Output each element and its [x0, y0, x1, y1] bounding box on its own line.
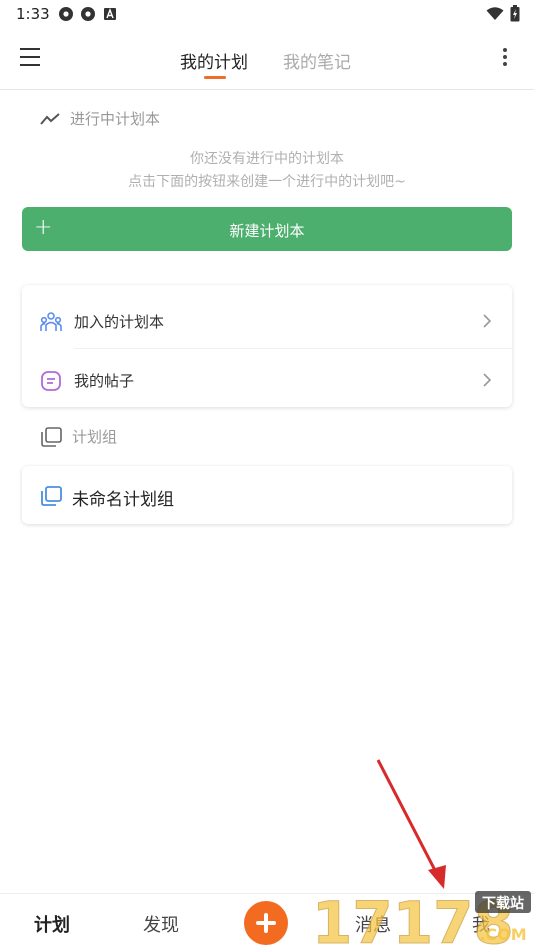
status-time: 1:33: [16, 5, 50, 23]
plan-group-title: 计划组: [72, 428, 118, 446]
joined-plan-books-label: 加入的计划本: [74, 313, 165, 331]
stack-icon: [41, 486, 62, 506]
stack-icon: [41, 426, 62, 447]
wifi-icon: [486, 6, 504, 20]
plan-group-item[interactable]: 未命名计划组: [22, 466, 512, 526]
more-vertical-icon[interactable]: [502, 48, 508, 70]
tab-my-plans[interactable]: 我的计划: [180, 48, 248, 73]
battery-icon: [510, 5, 520, 22]
plan-group-card: 未命名计划组: [22, 466, 512, 524]
in-progress-section-header: 进行中计划本: [40, 108, 160, 129]
plan-group-label: 未命名计划组: [72, 490, 174, 510]
add-button[interactable]: [244, 901, 288, 945]
plan-group-section-header: 计划组: [40, 426, 117, 447]
nav-messages[interactable]: 消息: [355, 911, 391, 937]
status-notification-icons: [58, 6, 118, 22]
new-plan-book-button[interactable]: + 新建计划本: [22, 207, 512, 251]
my-posts-item[interactable]: 我的帖子: [22, 348, 512, 408]
tab-my-notes[interactable]: 我的笔记: [283, 48, 351, 73]
app-header: 我的计划 我的笔记: [0, 28, 534, 90]
active-tab-indicator: [204, 76, 226, 79]
hamburger-icon[interactable]: [20, 48, 44, 68]
text-a-icon: [104, 8, 116, 20]
trend-icon: [40, 112, 60, 125]
empty-message-line2: 点击下面的按钮来创建一个进行中的计划吧~: [128, 174, 406, 190]
post-icon: [41, 371, 61, 391]
chevron-right-icon: [483, 373, 492, 387]
in-progress-title: 进行中计划本: [70, 110, 161, 128]
empty-message-line1: 你还没有进行中的计划本: [190, 151, 344, 167]
my-posts-label: 我的帖子: [74, 372, 135, 390]
settings-icon: [59, 7, 73, 21]
settings-icon: [81, 7, 95, 21]
nav-me[interactable]: 我: [472, 911, 490, 937]
nav-plan[interactable]: 计划: [34, 911, 70, 937]
joined-plan-books-item[interactable]: 加入的计划本: [22, 289, 512, 349]
new-plan-book-label: 新建计划本: [229, 222, 305, 240]
annotation-arrow: [376, 759, 446, 889]
nav-discover[interactable]: 发现: [143, 911, 179, 937]
bottom-nav: 计划 发现 消息 我: [0, 893, 534, 950]
status-bar: 1:33: [0, 0, 534, 28]
status-system-icons: [486, 5, 520, 22]
chevron-right-icon: [483, 314, 492, 328]
people-icon: [40, 312, 62, 331]
links-card: 加入的计划本 我的帖子: [22, 285, 512, 407]
